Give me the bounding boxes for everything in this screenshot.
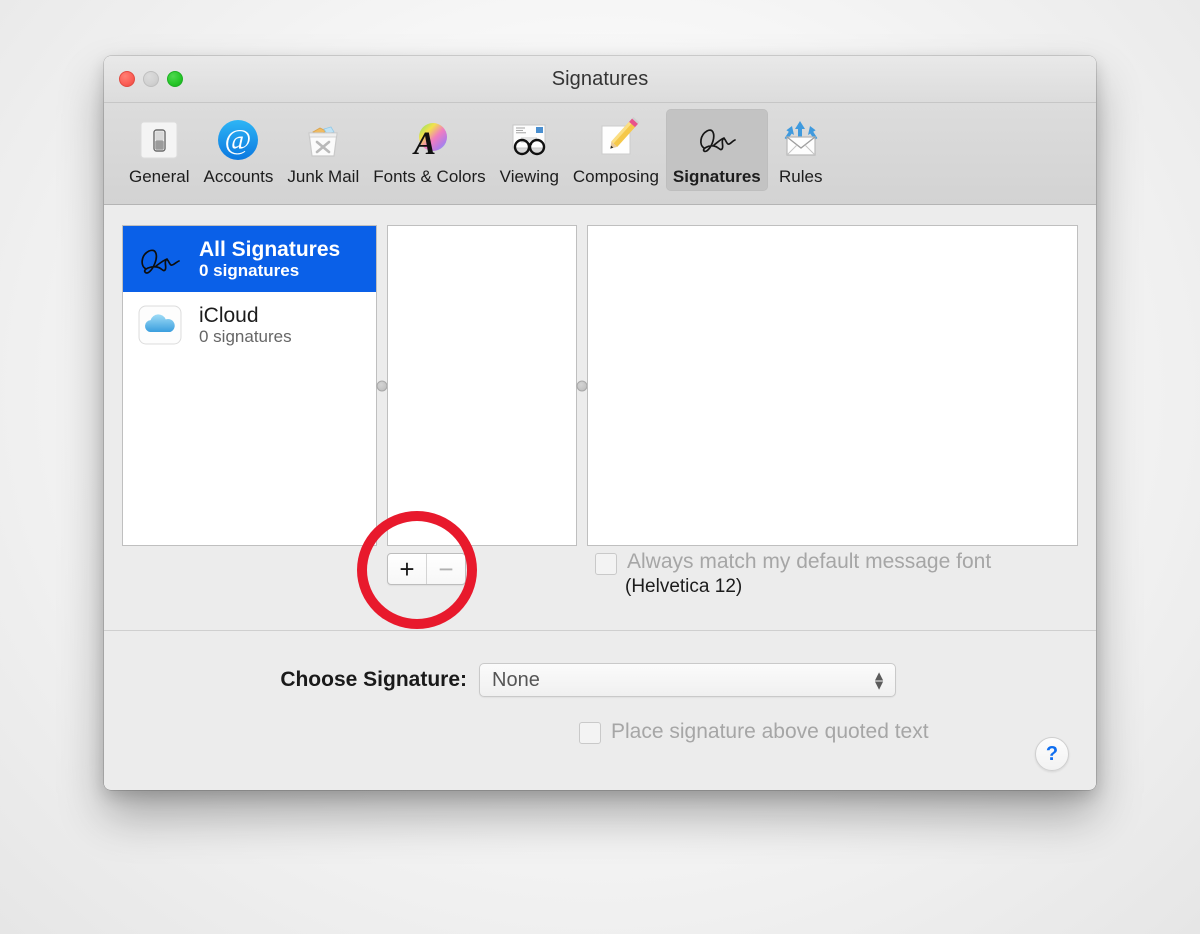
list-item-title: All Signatures [199,237,341,261]
signature-icon [133,237,187,281]
toolbar-label-viewing: Viewing [499,167,559,186]
choose-signature-value: None [492,668,540,691]
three-pane-splitview: All Signatures 0 signatures iCloud 0 sig… [122,225,1078,546]
font-match-checkbox-row[interactable]: Always match my default message font [595,550,1095,575]
toolbar-item-general[interactable]: General [122,109,196,191]
toolbar-item-junk-mail[interactable]: Junk Mail [280,109,366,191]
bottom-options-section: Choose Signature: None ▲ ▼ Place signatur… [104,631,1096,789]
toolbar-label-rules: Rules [779,167,823,186]
font-colors-icon: A [404,115,454,165]
toolbar-label-composing: Composing [572,167,659,186]
svg-text:@: @ [225,124,252,156]
toolbar-item-composing[interactable]: Composing [566,109,666,191]
font-match-label: Always match my default message font [627,550,992,573]
preferences-toolbar: General @ Accounts Junk Mail A Fonts & C… [104,103,1096,205]
toolbar-label-fonts-colors: Fonts & Colors [373,167,486,186]
toolbar-item-accounts[interactable]: @ Accounts [196,109,280,191]
chevron-updown-icon: ▲ ▼ [872,667,886,692]
envelope-arrows-icon [776,115,826,165]
window-title: Signatures [551,68,649,90]
list-item-text: iCloud 0 signatures [199,304,292,347]
list-item-text: All Signatures 0 signatures [199,238,340,281]
list-item-subtitle: 0 signatures [199,327,292,347]
place-signature-checkbox[interactable] [579,722,601,744]
place-signature-label: Place signature above quoted text [611,719,929,743]
toolbar-item-fonts-colors[interactable]: A Fonts & Colors [366,109,492,191]
font-match-section: Always match my default message font (He… [595,550,1095,598]
icloud-icon [133,303,187,347]
splitter-left[interactable] [376,225,388,546]
default-font-note: (Helvetica 12) [625,576,743,597]
glasses-icon [504,115,554,165]
toolbar-label-general: General [129,167,190,186]
svg-text:A: A [412,126,436,162]
toolbar-item-rules[interactable]: Rules [768,109,834,191]
toolbar-item-signatures[interactable]: Signatures [665,109,768,191]
toolbar-item-viewing[interactable]: Viewing [493,109,566,191]
window-titlebar: Signatures [104,56,1096,103]
place-signature-row[interactable]: Place signature above quoted text [579,719,929,744]
trash-bin-icon [298,115,348,165]
splitter-handle-icon[interactable] [576,380,588,391]
pane-controls-row: + − Always match my default message font… [122,550,1078,610]
splitter-handle-icon[interactable] [376,380,388,391]
list-item-all-signatures[interactable]: All Signatures 0 signatures [123,226,376,292]
add-remove-signature-group: + − [387,553,466,585]
toolbar-label-signatures: Signatures [672,167,761,186]
list-item-title: iCloud [199,303,259,327]
signatures-preferences-window: Signatures General @ Accounts Junk Mail … [104,56,1096,790]
choose-signature-label: Choose Signature: [280,668,467,691]
signatures-content-area: All Signatures 0 signatures iCloud 0 sig… [104,205,1096,631]
list-item-subtitle: 0 signatures [199,261,300,281]
toolbar-label-accounts: Accounts [203,167,274,186]
signature-editor-pane[interactable] [587,225,1078,546]
add-signature-button[interactable]: + [388,554,426,584]
choose-signature-row: Choose Signature: None ▲ ▼ [104,663,1096,697]
splitter-right[interactable] [576,225,588,546]
at-sign-icon: @ [213,115,263,165]
remove-signature-button[interactable]: − [426,554,465,584]
font-match-checkbox[interactable] [595,553,617,575]
general-switch-icon [134,115,184,165]
account-list-pane[interactable]: All Signatures 0 signatures iCloud 0 sig… [122,225,377,546]
signature-icon [692,115,742,165]
toolbar-label-junk-mail: Junk Mail [287,167,360,186]
signature-names-pane[interactable] [387,225,577,546]
pencil-note-icon [591,115,641,165]
help-button[interactable]: ? [1035,737,1069,771]
choose-signature-dropdown[interactable]: None ▲ ▼ [479,663,896,697]
list-item-icloud[interactable]: iCloud 0 signatures [123,292,376,358]
